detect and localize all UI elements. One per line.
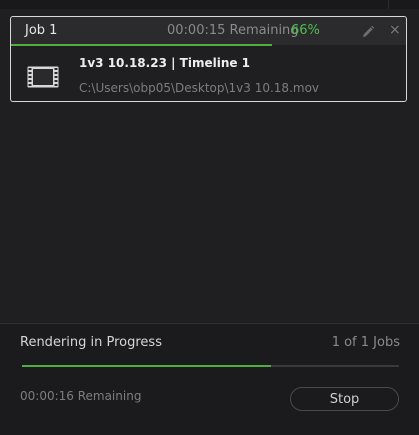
- render-time-remaining: 00:00:16 Remaining: [20, 389, 142, 403]
- render-status-panel: Rendering in Progress 1 of 1 Jobs 00:00:…: [0, 323, 419, 435]
- render-progress-fill: [22, 365, 271, 367]
- stop-button[interactable]: Stop: [290, 387, 399, 411]
- job-card[interactable]: Job 1 00:00:15 Remaining 66% × 1v3 10.18…: [10, 16, 407, 102]
- job-progress-fill: [11, 44, 272, 46]
- film-strip-icon: [27, 66, 59, 88]
- top-divider: [388, 0, 389, 9]
- job-progress-bar: [11, 44, 406, 46]
- top-edge-strip: [0, 0, 419, 9]
- render-status-label: Rendering in Progress: [20, 335, 162, 350]
- clip-file-path: C:\Users\obp05\Desktop\1v3 10.18.mov: [79, 81, 320, 95]
- job-time-remaining: 00:00:15 Remaining: [167, 23, 299, 38]
- job-header: Job 1 00:00:15 Remaining 66% ×: [11, 17, 406, 46]
- clip-name: 1v3 10.18.23 | Timeline 1: [79, 56, 251, 70]
- jobs-count: 1 of 1 Jobs: [331, 335, 400, 350]
- close-icon[interactable]: ×: [389, 22, 401, 38]
- render-progress-bar: [22, 365, 399, 367]
- pencil-icon[interactable]: [361, 24, 375, 38]
- job-title: Job 1: [25, 23, 58, 38]
- job-percent: 66%: [291, 23, 320, 38]
- render-queue-panel: Job 1 00:00:15 Remaining 66% × 1v3 10.18…: [0, 0, 419, 435]
